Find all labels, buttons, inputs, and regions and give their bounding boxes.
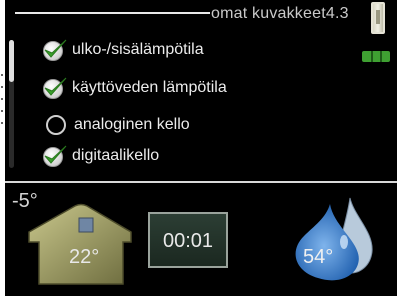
checked-icon	[42, 38, 68, 62]
divider	[5, 181, 397, 183]
option-label: käyttöveden lämpötila	[72, 79, 227, 96]
option-hot-water-temp[interactable]: käyttöveden lämpötila	[42, 75, 227, 101]
checked-icon	[42, 144, 68, 168]
option-label: analoginen kello	[74, 116, 190, 133]
title-text: omat kuvakkeet	[211, 5, 326, 22]
option-analog-clock[interactable]: analoginen kello	[42, 112, 190, 138]
hot-water-temp: 54°	[303, 246, 334, 268]
scrollbar-thumb[interactable]	[9, 40, 14, 82]
checked-icon	[42, 76, 68, 100]
option-digital-clock[interactable]: digitaalikello	[42, 143, 159, 169]
battery-status-icon	[362, 51, 390, 62]
unchecked-icon	[46, 115, 66, 135]
option-label: digitaalikello	[72, 147, 160, 164]
device-icon	[371, 2, 385, 34]
clock-time: 00:01	[162, 230, 214, 252]
page-number: 4.3	[325, 5, 349, 22]
option-label: ulko-/sisälämpötila	[72, 41, 204, 58]
indoor-temp: 22°	[69, 246, 100, 268]
digital-clock: 00:01	[148, 212, 228, 268]
option-outdoor-indoor-temp[interactable]: ulko-/sisälämpötila	[42, 37, 204, 63]
house-icon	[28, 203, 132, 285]
header-line	[15, 12, 210, 14]
page-title: omat kuvakkeet4.3	[211, 5, 349, 23]
